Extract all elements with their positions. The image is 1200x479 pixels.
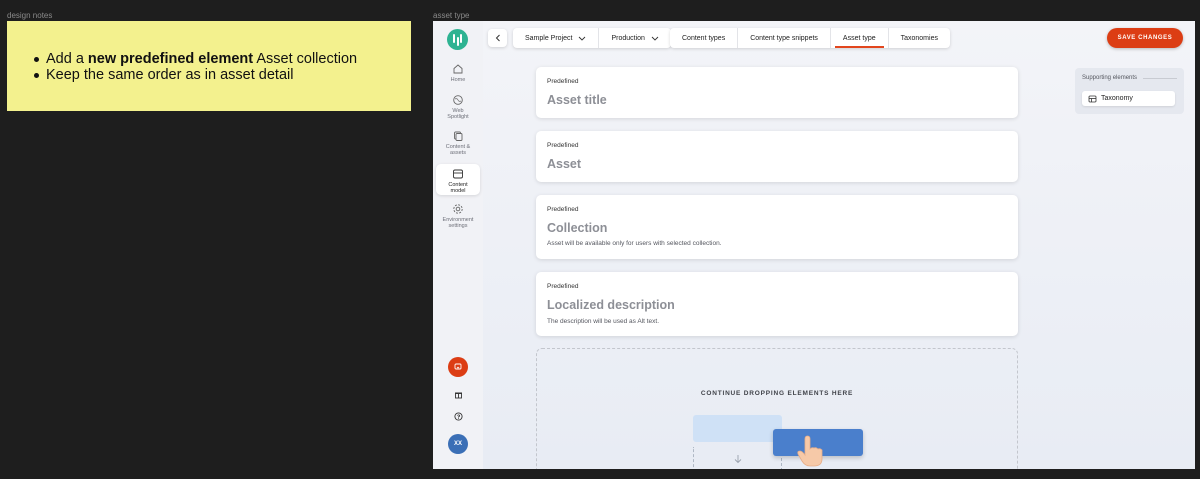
element-guidelines: Asset will be available only for users w… [547,240,722,247]
ghost-drop-target [693,447,782,469]
tab-asset-type[interactable]: Asset type [829,28,888,48]
tab-content-type-snippets[interactable]: Content type snippets [737,28,830,48]
element-title: Localized description [547,298,675,312]
gear-icon [453,204,463,214]
avatar[interactable]: XX [448,434,468,454]
tab-label: Content type snippets [750,34,818,42]
sidebar-item-label: Content & assets [445,144,471,156]
back-button[interactable] [488,29,507,47]
environment-selector[interactable]: Production [598,28,670,48]
supporting-elements-panel: Supporting elements Taxonomy [1075,68,1184,114]
sidebar: Home Web Spotlight Content & assets Cont… [433,21,483,469]
element-type-label: Predefined [547,283,579,290]
tab-label: Content types [682,34,726,42]
globe-icon [453,95,463,105]
environment-name: Production [611,34,645,42]
tab-taxonomies[interactable]: Taxonomies [887,28,950,48]
app-window: Home Web Spotlight Content & assets Cont… [433,21,1195,469]
sidebar-item-content-assets[interactable]: Content & assets [436,130,480,158]
note-item: Keep the same order as in asset detail [34,67,411,83]
supporting-element-label: Taxonomy [1101,95,1133,102]
ghost-element-placeholder [693,415,782,442]
element-card-asset-title[interactable]: Predefined Asset title [536,67,1018,118]
content-model-tabs: Content types Content type snippets Asse… [670,28,950,48]
home-icon [453,64,463,74]
sidebar-item-label: Web Spotlight [447,108,469,120]
save-changes-button[interactable]: SAVE CHANGES [1107,28,1183,48]
sidebar-item-label: Environment settings [442,217,474,229]
supporting-element-taxonomy[interactable]: Taxonomy [1082,91,1175,106]
element-drop-zone[interactable]: CONTINUE DROPPING ELEMENTS HERE [536,348,1018,469]
element-type-label: Predefined [547,142,579,149]
project-name: Sample Project [525,34,573,42]
note-text: Add a [46,51,88,67]
element-card-localized-description[interactable]: Predefined Localized description The des… [536,272,1018,336]
element-card-asset[interactable]: Predefined Asset [536,131,1018,182]
element-guidelines: The description will be used as Alt text… [547,318,660,325]
sidebar-item-web-spotlight[interactable]: Web Spotlight [436,94,480,122]
content-icon [454,131,463,141]
notes-frame-label: design notes [7,11,53,20]
model-icon [453,169,463,179]
project-selector[interactable]: Sample Project [513,28,598,48]
element-title: Asset title [547,93,607,107]
tab-label: Taxonomies [900,34,938,42]
help-button[interactable] [448,406,468,426]
sidebar-item-home[interactable]: Home [436,63,480,85]
note-text: Asset collection [253,51,358,67]
note-item: Add a new predefined element Asset colle… [34,51,411,67]
note-list: Add a new predefined element Asset colle… [34,51,411,83]
element-type-label: Predefined [547,78,579,85]
tab-label: Asset type [842,34,876,42]
chevron-down-icon [579,36,586,41]
sidebar-item-content-model[interactable]: Content model [436,164,480,195]
element-title: Asset [547,157,582,171]
chat-icon [454,363,462,370]
avatar-initials: XX [453,441,462,447]
note-bold-text: new predefined element [87,51,254,67]
gift-icon [454,392,462,398]
app-frame-label: asset type [433,11,470,20]
design-note: Add a new predefined element Asset colle… [7,21,411,111]
logo-icon[interactable] [447,29,468,50]
notifications-button[interactable] [448,357,468,377]
drop-zone-label: CONTINUE DROPPING ELEMENTS HERE [700,390,854,397]
hand-pointer-icon [797,435,823,467]
save-label: SAVE CHANGES [1117,35,1173,41]
note-text: Keep the same order as in asset detail [46,67,294,83]
sidebar-item-label: Home [450,77,466,83]
breadcrumb: Sample Project Production [513,28,671,48]
sidebar-item-environment-settings[interactable]: Environment settings [436,203,480,231]
element-title: Collection [547,221,608,235]
chevron-left-icon [495,34,500,42]
supporting-elements-title: Supporting elements [1082,75,1138,81]
tab-content-types[interactable]: Content types [670,28,737,48]
element-type-label: Predefined [547,206,579,213]
chevron-down-icon [651,36,659,41]
sidebar-item-label: Content model [448,182,468,194]
arrow-down-icon [734,455,742,464]
element-card-collection[interactable]: Predefined Collection Asset will be avai… [536,195,1018,259]
taxonomy-icon [1088,95,1097,102]
gift-button[interactable] [448,384,468,404]
help-icon [453,411,463,421]
divider [1143,78,1177,79]
